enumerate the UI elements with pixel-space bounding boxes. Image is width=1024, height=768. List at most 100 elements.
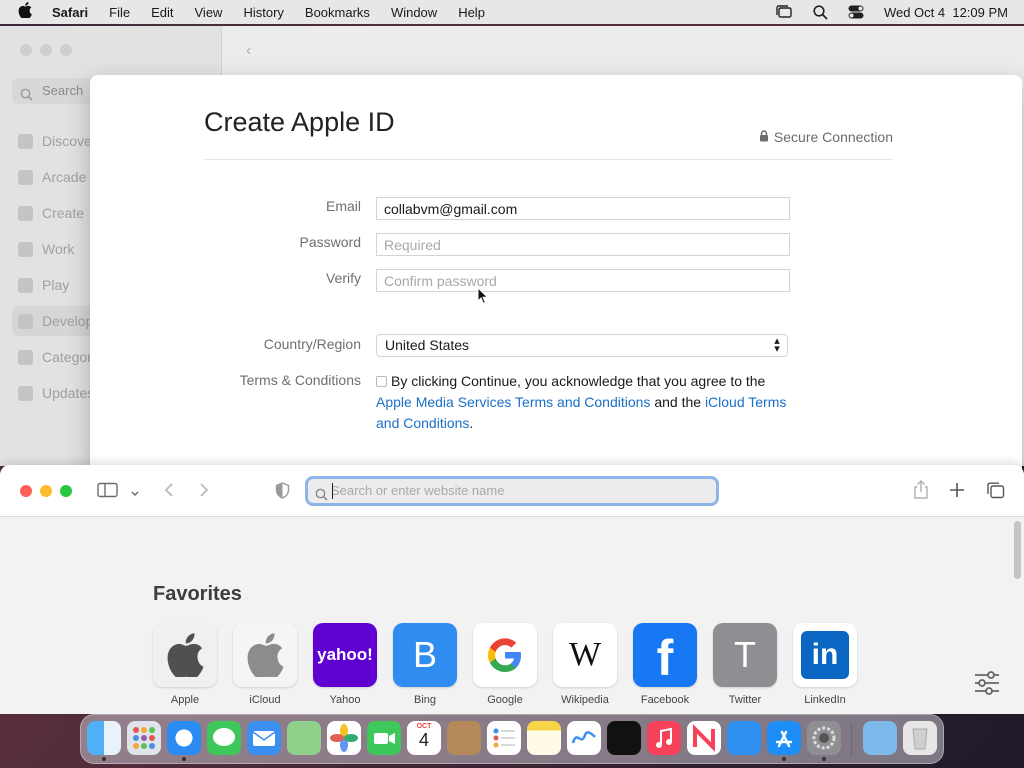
favorite-label: Yahoo — [329, 694, 361, 706]
reminders-icon[interactable] — [487, 721, 521, 755]
share-icon[interactable] — [912, 480, 930, 505]
menu-file[interactable]: File — [109, 5, 130, 20]
sidebar-toggle-icon[interactable] — [97, 482, 119, 503]
email-field[interactable] — [376, 197, 790, 220]
photos-icon[interactable] — [327, 721, 361, 755]
favorite-label: Twitter — [728, 694, 762, 706]
menu-history[interactable]: History — [243, 5, 283, 20]
search-icon — [20, 84, 33, 110]
mail-icon[interactable] — [247, 721, 281, 755]
calendar-icon[interactable]: OCT 4 — [407, 721, 441, 755]
menu-edit[interactable]: Edit — [151, 5, 173, 20]
safari-toolbar: Search or enter website name — [0, 465, 1024, 517]
menu-view[interactable]: View — [195, 5, 223, 20]
stage-manager-icon[interactable] — [775, 5, 793, 19]
apple-menu-icon[interactable] — [18, 2, 38, 22]
menu-window[interactable]: Window — [391, 5, 437, 20]
app-store-search-label: Search — [42, 83, 84, 98]
hammer-icon — [18, 314, 33, 329]
favorite-linkedin[interactable]: in LinkedIn — [793, 623, 857, 706]
freeform-icon[interactable] — [567, 721, 601, 755]
favorite-label: Bing — [413, 694, 437, 706]
bing-logo-icon: B — [393, 623, 457, 687]
apple-media-services-terms-link[interactable]: Apple Media Services Terms and Condition… — [376, 394, 650, 410]
address-bar[interactable]: Search or enter website name — [305, 476, 719, 506]
terms-label: Terms & Conditions — [239, 372, 361, 388]
facebook-logo-icon: f — [633, 623, 697, 687]
verify-password-field[interactable] — [376, 269, 790, 292]
app-store-window-controls — [20, 44, 72, 56]
favorite-bing[interactable]: B Bing — [393, 623, 457, 706]
page-title: Create Apple ID — [204, 107, 395, 137]
safari-window: Search or enter website name Favorites A… — [0, 465, 1024, 714]
country-value: United States — [385, 337, 470, 353]
contacts-icon[interactable] — [447, 721, 481, 755]
music-icon[interactable] — [647, 721, 681, 755]
spotlight-search-icon[interactable] — [813, 4, 828, 20]
downloads-folder-icon[interactable] — [863, 721, 897, 755]
trash-icon[interactable] — [903, 721, 937, 755]
password-field[interactable] — [376, 233, 790, 256]
paintbrush-icon — [18, 206, 33, 221]
notes-icon[interactable] — [527, 721, 561, 755]
new-tab-icon[interactable] — [949, 482, 965, 503]
favorite-icloud[interactable]: iCloud — [233, 623, 297, 706]
zoom-window-button[interactable] — [60, 485, 72, 497]
tab-overview-icon[interactable] — [986, 482, 1005, 504]
calendar-day: 4 — [418, 730, 429, 750]
privacy-shield-icon[interactable] — [275, 482, 290, 504]
facetime-icon[interactable] — [367, 721, 401, 755]
safari-compass-icon[interactable] — [167, 721, 201, 755]
favorite-label: Wikipedia — [561, 694, 609, 706]
chevron-left-icon[interactable]: ‹ — [246, 42, 251, 60]
paperplane-icon — [18, 242, 33, 257]
customize-start-page-icon[interactable] — [974, 671, 1000, 700]
close-window-button[interactable] — [20, 485, 32, 497]
messages-icon[interactable] — [207, 721, 241, 755]
mouse-cursor-icon — [477, 286, 489, 310]
country-select[interactable]: United States ▴ ▾ — [376, 334, 788, 357]
running-indicator — [102, 757, 106, 761]
favorite-twitter[interactable]: T Twitter — [713, 623, 777, 706]
password-label: Password — [299, 234, 361, 250]
favorite-label: LinkedIn — [804, 694, 846, 706]
menu-clock[interactable]: Wed Oct 4 12:09 PM — [884, 5, 1008, 20]
create-apple-id-sheet: Create Apple ID Secure Connection Email … — [90, 75, 1022, 475]
minimize-window-button[interactable] — [40, 485, 52, 497]
country-label: Country/Region — [263, 336, 361, 352]
chevron-down-icon[interactable] — [130, 485, 140, 503]
linkedin-glyph: in — [801, 631, 849, 679]
back-arrow-icon[interactable] — [163, 482, 175, 503]
news-icon[interactable] — [687, 721, 721, 755]
app-store-icon[interactable] — [767, 721, 801, 755]
verify-label: Verify — [325, 270, 361, 286]
menu-app-name[interactable]: Safari — [52, 5, 88, 20]
favorite-yahoo[interactable]: yahoo! Yahoo — [313, 623, 377, 706]
dock-separator — [851, 723, 852, 757]
running-indicator — [182, 757, 186, 761]
system-settings-icon[interactable] — [807, 721, 841, 755]
scrollbar[interactable] — [1014, 521, 1021, 579]
menu-bar: Safari File Edit View History Bookmarks … — [0, 0, 1024, 24]
favorite-facebook[interactable]: f Facebook — [633, 623, 697, 706]
launchpad-icon[interactable] — [127, 721, 161, 755]
keynote-icon[interactable] — [727, 721, 761, 755]
search-icon — [315, 485, 328, 509]
favorite-wikipedia[interactable]: W Wikipedia — [553, 623, 617, 706]
icloud-logo-icon — [233, 623, 297, 687]
favorite-google[interactable]: Google — [473, 623, 537, 706]
forward-arrow-icon[interactable] — [198, 482, 210, 503]
apple-tv-icon[interactable] — [607, 721, 641, 755]
control-center-icon[interactable] — [848, 5, 864, 19]
menu-help[interactable]: Help — [458, 5, 485, 20]
favorite-apple[interactable]: Apple — [153, 623, 217, 706]
yahoo-logo-icon: yahoo! — [313, 623, 377, 687]
running-indicator — [782, 757, 786, 761]
menu-bookmarks[interactable]: Bookmarks — [305, 5, 370, 20]
finder-icon[interactable] — [87, 721, 121, 755]
terms-text: By clicking Continue, you acknowledge th… — [376, 373, 787, 431]
chevron-up-down-icon: ▴ ▾ — [774, 335, 780, 355]
maps-icon[interactable] — [287, 721, 321, 755]
terms-checkbox[interactable] — [376, 376, 387, 387]
favorite-label: Facebook — [640, 694, 690, 706]
